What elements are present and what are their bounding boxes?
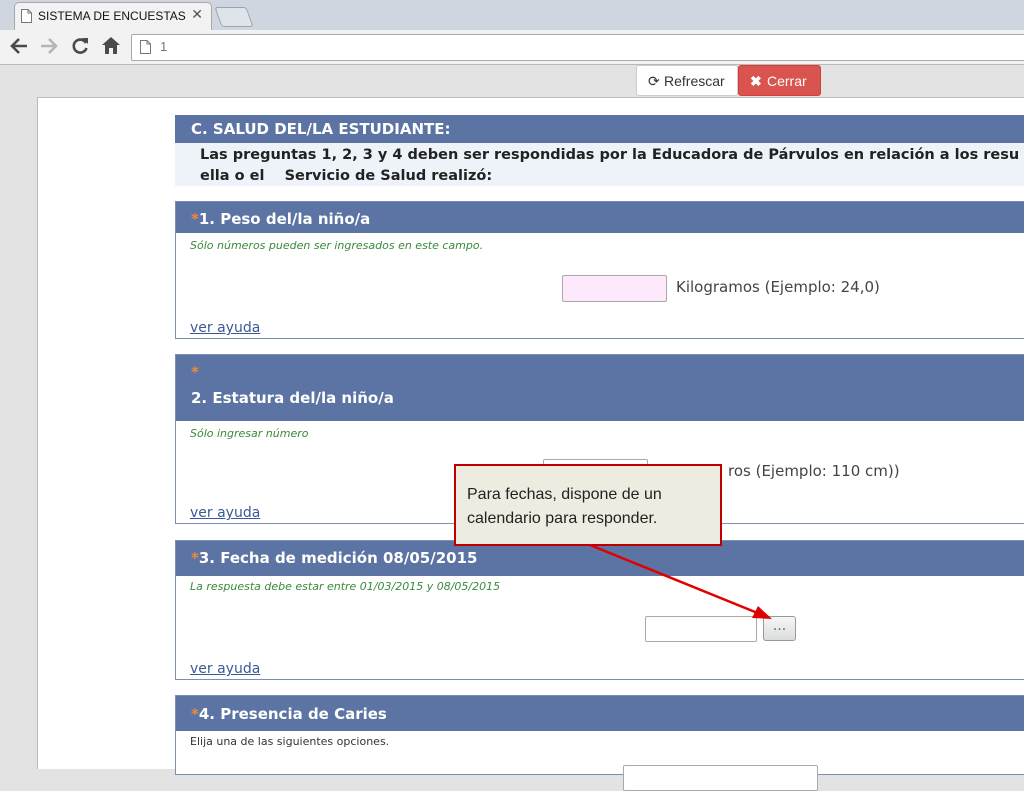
required-star: *	[191, 363, 199, 381]
page-area: ⟳ Refrescar ✖ Cerrar C. SALUD DEL/LA EST…	[0, 65, 1024, 791]
question-title: 2. Estatura del/la niño/a	[191, 389, 394, 407]
question-title: 3. Fecha de medición 08/05/2015	[198, 549, 478, 567]
required-star: *	[191, 210, 199, 228]
weight-input[interactable]	[562, 275, 667, 302]
annotation-callout: Para fechas, dispone de un calendario pa…	[454, 464, 722, 546]
section-description-line: Las preguntas 1, 2, 3 y 4 deben ser resp…	[200, 147, 1020, 163]
question-header: * 2. Estatura del/la niño/a	[176, 355, 1024, 421]
question-1: *1. Peso del/la niño/a Sólo números pued…	[175, 201, 1024, 339]
section-description-line: ella o el Servicio de Salud realizó:	[200, 168, 493, 184]
page-icon	[21, 9, 32, 23]
refresh-label: Refrescar	[664, 73, 725, 89]
unit-label: Kilogramos (Ejemplo: 24,0)	[676, 278, 880, 296]
question-hint: La respuesta debe estar entre 01/03/2015…	[190, 580, 501, 593]
reload-icon[interactable]	[71, 36, 90, 55]
survey-content: C. SALUD DEL/LA ESTUDIANTE: Las pregunta…	[37, 97, 1024, 791]
required-star: *	[191, 549, 199, 567]
callout-line: calendario para responder.	[467, 510, 658, 527]
question-hint: Sólo ingresar número	[190, 427, 309, 440]
question-title: 4. Presencia de Caries	[198, 705, 387, 723]
unit-label: ros (Ejemplo: 110 cm))	[728, 462, 900, 480]
section-title: C. SALUD DEL/LA ESTUDIANTE:	[175, 115, 1024, 143]
home-icon[interactable]	[101, 36, 121, 55]
refresh-button[interactable]: ⟳ Refrescar	[636, 65, 738, 96]
browser-tab-bar: SISTEMA DE ENCUESTAS - ✕	[0, 0, 1024, 31]
url-text: 1	[160, 39, 168, 54]
tab-title: SISTEMA DE ENCUESTAS -	[38, 9, 188, 23]
section-description: Las preguntas 1, 2, 3 y 4 deben ser resp…	[175, 143, 1024, 186]
new-tab-button[interactable]	[214, 7, 254, 27]
browser-toolbar: 1	[0, 30, 1024, 65]
help-link[interactable]: ver ayuda	[190, 505, 260, 521]
question-4: *4. Presencia de Caries Elija una de las…	[175, 695, 1024, 791]
close-label: Cerrar	[767, 73, 807, 89]
callout-line: Para fechas, dispone de un	[467, 486, 662, 503]
question-hint: Elija una de las siguientes opciones.	[190, 735, 390, 748]
close-button[interactable]: ✖ Cerrar	[738, 65, 821, 96]
back-arrow-icon[interactable]	[9, 37, 29, 55]
question-3: *3. Fecha de medición 08/05/2015 La resp…	[175, 540, 1024, 680]
tab-close-icon[interactable]: ✕	[191, 7, 203, 23]
question-header: *4. Presencia de Caries	[176, 696, 1024, 731]
help-link[interactable]: ver ayuda	[190, 661, 260, 677]
required-star: *	[191, 705, 199, 723]
question-title: 1. Peso del/la niño/a	[198, 210, 371, 228]
page-icon	[140, 40, 151, 54]
calendar-button[interactable]: ...	[763, 616, 796, 641]
question-hint: Sólo números pueden ser ingresados en es…	[190, 239, 484, 252]
date-input[interactable]	[645, 616, 757, 642]
refresh-icon: ⟳	[648, 73, 660, 89]
close-icon: ✖	[750, 73, 762, 89]
question-header: *1. Peso del/la niño/a	[176, 202, 1024, 233]
caries-select[interactable]	[623, 765, 818, 791]
address-bar[interactable]: 1	[131, 34, 1024, 61]
forward-arrow-icon[interactable]	[39, 37, 59, 55]
browser-tab[interactable]: SISTEMA DE ENCUESTAS - ✕	[14, 2, 212, 31]
question-header: *3. Fecha de medición 08/05/2015	[176, 541, 1024, 576]
help-link[interactable]: ver ayuda	[190, 320, 260, 336]
